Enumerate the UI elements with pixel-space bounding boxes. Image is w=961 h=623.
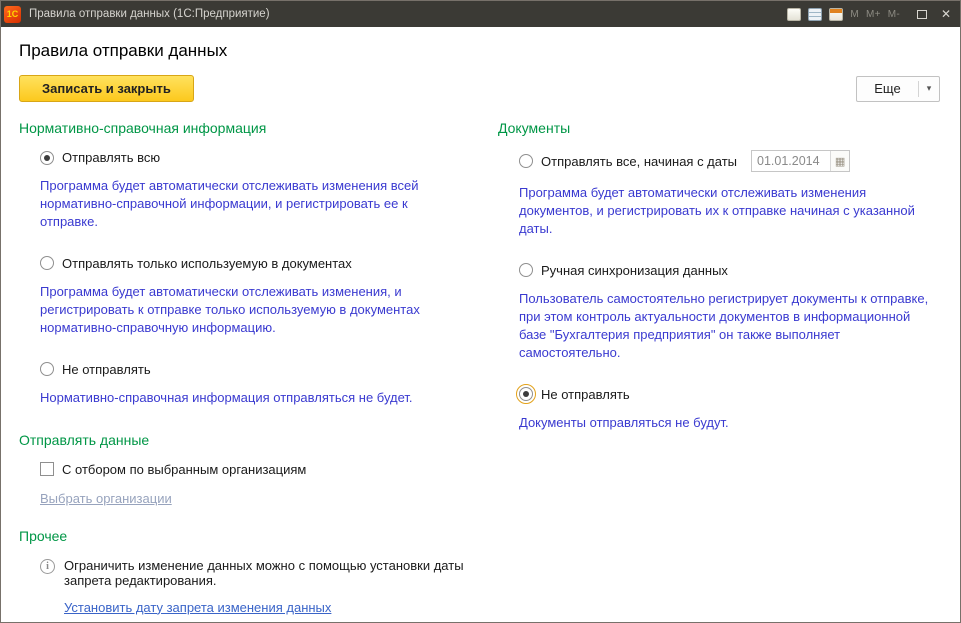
radio-icon[interactable]	[519, 263, 533, 277]
titlebar: 1С Правила отправки данных (1С:Предприят…	[1, 1, 960, 27]
calendar-titlebar-icon[interactable]	[829, 8, 843, 21]
radio-send-all-reference[interactable]: Отправлять всю	[40, 150, 481, 165]
radio-icon[interactable]	[40, 362, 54, 376]
open-window-icon[interactable]	[787, 8, 801, 21]
radio-label: Отправлять все, начиная с даты	[541, 154, 737, 169]
option-send-all-reference: Отправлять всю Программа будет автоматич…	[40, 150, 481, 231]
radio-send-from-date[interactable]: Отправлять все, начиная с даты ▦	[519, 150, 940, 172]
radio-label: Не отправлять	[541, 387, 630, 402]
memory-mplus-button: M+	[866, 9, 881, 20]
radio-dont-send-documents[interactable]: Не отправлять	[519, 387, 940, 402]
memory-mminus-button: M-	[888, 9, 900, 20]
app-window: 1С Правила отправки данных (1С:Предприят…	[0, 0, 961, 623]
radio-manual-sync[interactable]: Ручная синхронизация данных	[519, 263, 940, 278]
section-header-other: Прочее	[19, 528, 481, 544]
info-text: Ограничить изменение данных можно с помо…	[64, 558, 481, 588]
option-description: Программа будет автоматически отслеживат…	[40, 283, 468, 337]
save-and-close-button[interactable]: Записать и закрыть	[19, 75, 194, 102]
section-header-documents: Документы	[498, 120, 940, 136]
radio-label: Отправлять всю	[62, 150, 160, 165]
option-manual-sync: Ручная синхронизация данных Пользователь…	[519, 263, 940, 362]
option-description: Пользователь самостоятельно регистрирует…	[519, 290, 940, 362]
calculator-icon[interactable]	[808, 8, 822, 21]
filter-by-organizations-checkbox[interactable]: С отбором по выбранным организациям	[40, 462, 481, 477]
info-icon: i	[40, 559, 55, 574]
info-note: i Ограничить изменение данных можно с по…	[40, 558, 481, 588]
start-date-field: ▦	[751, 150, 850, 172]
option-description: Программа будет автоматически отслеживат…	[519, 184, 940, 238]
option-send-used-only: Отправлять только используемую в докумен…	[40, 256, 481, 337]
radio-icon[interactable]	[519, 387, 533, 401]
reference-info-section: Нормативно-справочная информация Отправл…	[19, 120, 481, 622]
chevron-down-icon: ▾	[919, 83, 939, 94]
option-description: Программа будет автоматически отслеживат…	[40, 177, 468, 231]
calendar-picker-icon[interactable]: ▦	[830, 151, 849, 171]
more-button-label: Еще	[857, 81, 918, 96]
option-description: Документы отправляться не будут.	[519, 414, 940, 432]
section-header-reference-info: Нормативно-справочная информация	[19, 120, 481, 136]
radio-icon[interactable]	[519, 154, 533, 168]
documents-section: Документы Отправлять все, начиная с даты…	[481, 120, 940, 622]
option-dont-send-documents: Не отправлять Документы отправляться не …	[519, 387, 940, 432]
option-send-all-documents: Отправлять все, начиная с даты ▦ Програм…	[519, 150, 940, 238]
radio-icon[interactable]	[40, 256, 54, 270]
section-header-send-data: Отправлять данные	[19, 432, 481, 448]
radio-icon[interactable]	[40, 151, 54, 165]
1c-logo-icon: 1С	[4, 6, 21, 23]
start-date-input[interactable]	[752, 151, 830, 171]
set-edit-ban-date-link[interactable]: Установить дату запрета изменения данных	[64, 600, 331, 615]
radio-dont-send-reference[interactable]: Не отправлять	[40, 362, 481, 377]
option-dont-send-reference: Не отправлять Нормативно-справочная инфо…	[40, 362, 481, 407]
memory-m-button: M	[850, 9, 859, 20]
select-organizations-link[interactable]: Выбрать организации	[40, 491, 172, 506]
radio-label: Не отправлять	[62, 362, 151, 377]
checkbox-icon[interactable]	[40, 462, 54, 476]
maximize-icon[interactable]	[917, 10, 927, 19]
more-button[interactable]: Еще ▾	[856, 76, 940, 102]
form-content: Правила отправки данных Записать и закры…	[1, 27, 960, 622]
radio-label: Отправлять только используемую в докумен…	[62, 256, 352, 271]
window-title: Правила отправки данных (1С:Предприятие)	[29, 8, 787, 20]
option-description: Нормативно-справочная информация отправл…	[40, 389, 468, 407]
radio-send-used-only[interactable]: Отправлять только используемую в докумен…	[40, 256, 481, 271]
radio-label: Ручная синхронизация данных	[541, 263, 728, 278]
close-icon[interactable]: ✕	[938, 7, 954, 21]
toolbar: Записать и закрыть Еще ▾	[19, 75, 940, 102]
page-title: Правила отправки данных	[19, 41, 940, 61]
checkbox-label: С отбором по выбранным организациям	[62, 462, 306, 477]
